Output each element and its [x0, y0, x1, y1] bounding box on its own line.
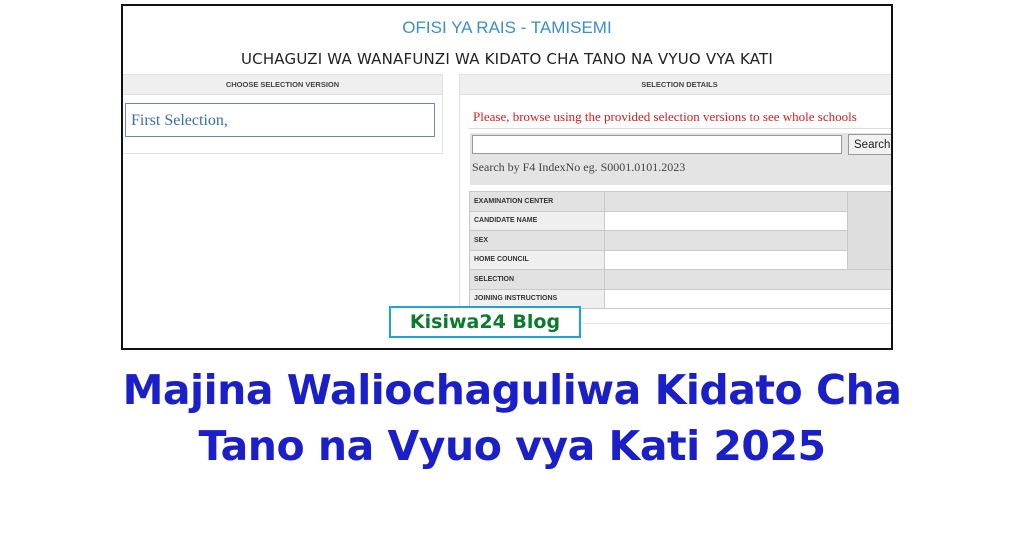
browse-notice: Please, browse using the provided select…: [473, 109, 857, 124]
candidate-details-table: EXAMINATION CENTER CANDIDATE NAME SEX HO…: [469, 191, 892, 309]
page-title: Majina Waliochaguliwa Kidato Cha Tano na…: [0, 362, 1024, 474]
selection-value: [603, 269, 891, 290]
search-button[interactable]: Search: [848, 134, 891, 155]
candidate-name-value: [603, 210, 849, 231]
sex-label: SEX: [469, 230, 605, 251]
page-title-line-1: Majina Waliochaguliwa Kidato Cha: [122, 366, 902, 414]
sex-value: [603, 230, 849, 251]
divider: [469, 128, 891, 129]
selection-details-header: SELECTION DETAILS: [460, 75, 891, 95]
table-row: EXAMINATION CENTER: [469, 191, 891, 270]
examination-center-label: EXAMINATION CENTER: [469, 191, 605, 212]
index-number-search-input[interactable]: [472, 135, 842, 154]
main-heading: UCHAGUZI WA WANAFUNZI WA KIDATO CHA TANO…: [240, 50, 774, 68]
table-row: CANDIDATE NAME: [469, 210, 892, 231]
page-title-line-2: Tano na Vyuo vya Kati 2025: [198, 422, 826, 470]
selection-version-header: CHOOSE SELECTION VERSION: [123, 75, 442, 95]
selection-label: SELECTION: [469, 269, 605, 290]
home-council-label: HOME COUNCIL: [469, 249, 605, 270]
home-council-value: [603, 249, 849, 270]
org-title: OFISI YA RAIS - TAMISEMI: [402, 18, 612, 37]
joining-instructions-value: [603, 288, 891, 309]
table-row: HOME COUNCIL: [469, 249, 892, 270]
screenshot-frame: OFISI YA RAIS - TAMISEMI UCHAGUZI WA WAN…: [121, 4, 893, 350]
examination-center-value: [603, 191, 849, 212]
table-row: SELECTION: [469, 269, 891, 290]
blog-watermark: Kisiwa24 Blog: [389, 306, 581, 338]
search-hint: Search by F4 IndexNo eg. S0001.0101.2023: [472, 160, 686, 174]
candidate-name-label: CANDIDATE NAME: [469, 210, 605, 231]
selection-details-panel: SELECTION DETAILS Please, browse using t…: [459, 74, 892, 324]
search-area: Search Search by F4 IndexNo eg. S0001.01…: [470, 133, 891, 185]
selection-version-panel: CHOOSE SELECTION VERSION First Selection…: [123, 74, 443, 154]
table-row: SEX: [469, 230, 892, 251]
photo-cell: [847, 191, 891, 270]
first-selection-link[interactable]: First Selection,: [125, 103, 435, 137]
